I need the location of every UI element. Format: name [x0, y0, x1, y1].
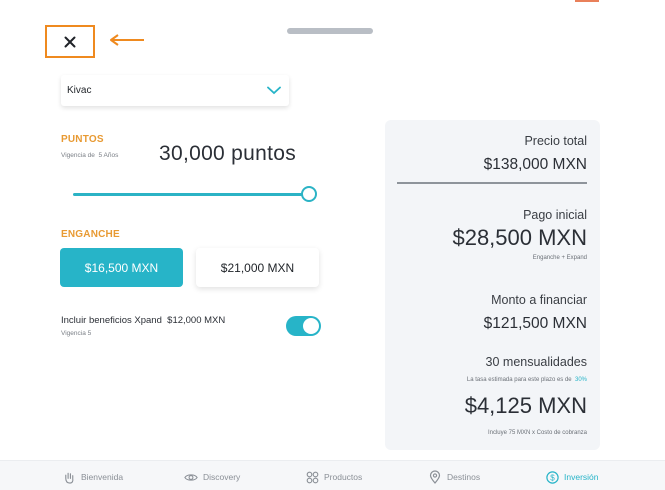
chevron-down-icon [267, 86, 281, 95]
nav-label: Discovery [203, 472, 241, 482]
pago-inicial-label: Pago inicial [523, 208, 587, 222]
enganche-option-1[interactable]: $16,500 MXN [60, 248, 183, 287]
nav-item-bienvenida[interactable]: Bienvenida [62, 470, 123, 484]
points-slider-thumb[interactable] [301, 186, 317, 202]
mensualidad-note: Incluye 75 MXN x Costo de cobranza [487, 430, 587, 436]
close-icon [64, 36, 76, 47]
points-value: 30,000 puntos [159, 142, 297, 165]
arrow-left-icon [110, 34, 144, 46]
toggle-knob [303, 318, 319, 334]
xpand-price: $12,000 MXN [167, 315, 226, 326]
points-slider-track[interactable] [73, 193, 309, 196]
enganche-option-2[interactable]: $21,000 MXN [196, 248, 319, 287]
bottom-nav: Bienvenida Discovery Productos Destinos … [0, 460, 665, 490]
pago-inicial-value: $28,500 MXN [452, 225, 587, 250]
mensualidades-label: 30 mensualidades [485, 355, 587, 369]
svg-text:$: $ [550, 473, 555, 482]
nav-label: Inversión [564, 472, 599, 482]
monto-value: $121,500 MXN [483, 315, 587, 332]
tasa-value: 30% [574, 377, 587, 383]
close-button[interactable] [45, 25, 95, 58]
vigencia-prefix: Vigencia de [61, 152, 95, 159]
mensualidad-value: $4,125 MXN [464, 393, 587, 418]
xpand-vigencia: Vigencia 5 [61, 330, 92, 337]
nav-item-inversion[interactable]: $ Inversión [545, 470, 599, 484]
summary-card: Precio total $138,000 MXN Pago inicial $… [385, 120, 600, 450]
grid-icon [305, 470, 319, 484]
pago-inicial-note: Enganche + Expand [532, 255, 587, 261]
dollar-circle-icon: $ [545, 470, 559, 484]
hand-icon [62, 470, 76, 484]
xpand-label-text: Incluir beneficios Xpand [61, 315, 162, 326]
vigencia-value: 5 Años [98, 152, 119, 159]
top-accent [575, 0, 599, 2]
nav-item-discovery[interactable]: Discovery [184, 470, 240, 484]
tasa-note: La tasa estimada para este plazo es de 3… [467, 377, 587, 383]
enganche-label: ENGANCHE [61, 229, 120, 240]
nav-item-productos[interactable]: Productos [305, 470, 362, 484]
monto-label: Monto a financiar [491, 293, 587, 307]
select-value: Kivac [67, 85, 92, 96]
tasa-text: La tasa estimada para este plazo es de [466, 377, 572, 383]
nav-label: Productos [324, 472, 363, 482]
eye-icon [184, 470, 198, 484]
points-label: PUNTOS [61, 134, 104, 145]
points-vigencia: Vigencia de 5 Años [61, 152, 118, 159]
location-pin-icon [428, 470, 442, 484]
precio-total-label: Precio total [524, 134, 587, 148]
nav-item-destinos[interactable]: Destinos [428, 470, 480, 484]
drag-handle[interactable] [287, 28, 373, 34]
xpand-label: Incluir beneficios Xpand $12,000 MXN [61, 315, 225, 326]
summary-divider [397, 182, 587, 184]
precio-total-value: $138,000 MXN [483, 156, 587, 173]
destination-select[interactable]: Kivac [61, 75, 289, 106]
xpand-toggle[interactable] [286, 316, 321, 336]
nav-label: Bienvenida [81, 472, 124, 482]
nav-label: Destinos [447, 472, 481, 482]
